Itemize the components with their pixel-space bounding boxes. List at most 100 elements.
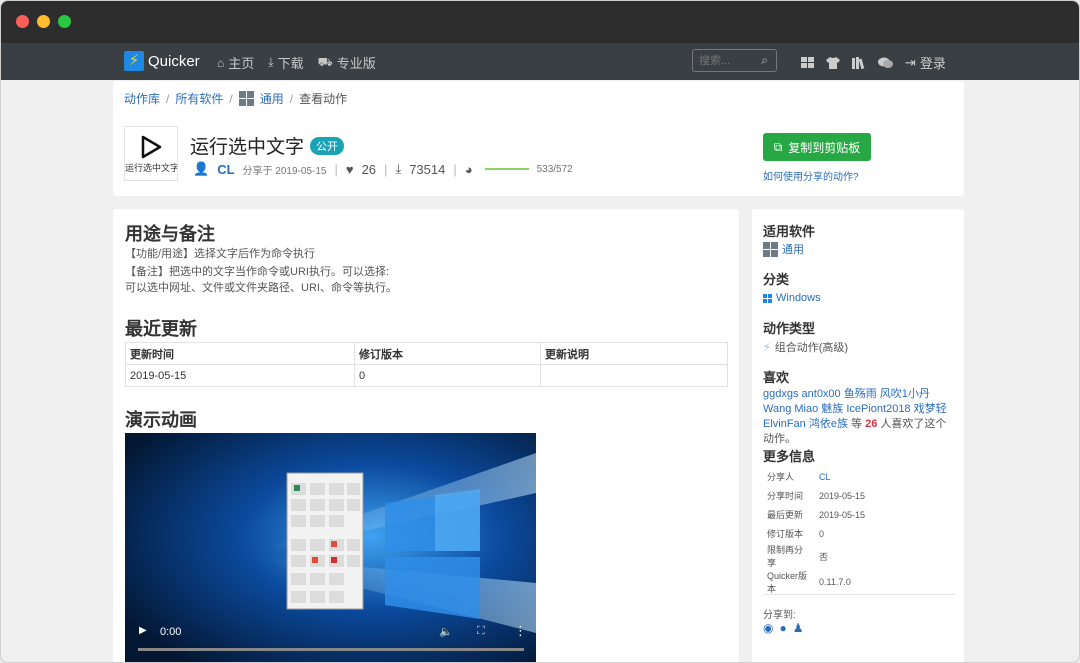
nav-home-label: 主页 (228, 56, 255, 71)
nav-download-label: 下载 (277, 56, 304, 71)
table-cell: 0 (354, 364, 541, 387)
breadcrumb-general[interactable]: 通用 (260, 90, 284, 107)
copy-to-clipboard-button[interactable]: ⧉ 复制到剪贴板 (763, 133, 871, 161)
likes-prefix: 等 (851, 418, 863, 430)
copy-icon: ⧉ (773, 139, 783, 154)
table-row: 分享时间 2019-05-15 (763, 486, 869, 505)
info-value: 0.11.7.0 (819, 577, 851, 587)
info-key: 最后更新 (767, 510, 804, 520)
sharer-link[interactable]: CL (819, 472, 831, 482)
demo-video-player[interactable]: ▶ 0:00 🔈 ⛶ ⋮ (125, 433, 536, 662)
pie-chart-icon: ◕ (464, 161, 473, 177)
author-link[interactable]: CL (217, 162, 234, 177)
info-key: Quicker版本 (767, 571, 808, 594)
info-value: 0 (819, 528, 825, 539)
sidebar-panel: 适用软件 通用 分类 Windows 动作类型 ⚡ 组合动作(高级) 喜欢 gg… (752, 209, 964, 662)
software-link[interactable]: 通用 (763, 241, 804, 257)
search-icon[interactable]: ⌕ (761, 53, 768, 68)
like-count: 26 (361, 161, 377, 177)
weibo-icon[interactable]: ◉ (763, 621, 773, 635)
action-header-panel: 动作库 / 所有软件 / 通用 / 查看动作 运行选中文字 运行选中文字 公开 … (113, 81, 964, 196)
breadcrumb-all-software[interactable]: 所有软件 (175, 90, 223, 107)
divider (763, 594, 955, 595)
breadcrumb-action-library[interactable]: 动作库 (124, 90, 160, 107)
type-heading: 动作类型 (763, 321, 816, 336)
sign-in-icon: ⇥ (905, 54, 916, 70)
nav-download[interactable]: ⤓ 下载 (268, 53, 303, 72)
nav-home[interactable]: ⌂ 主页 (217, 53, 254, 72)
maximize-window-button[interactable] (58, 15, 71, 28)
browser-window: ⚡ Quicker ⌂ 主页 ⤓ 下载 ⛟ 专业版 ⌕ (0, 0, 1080, 663)
video-progress-bar[interactable] (138, 648, 524, 651)
search-box: ⌕ (692, 49, 777, 72)
table-row: 修订版本 0 (763, 524, 869, 543)
usage-line-2: 【备注】把选中的文字当作命令或URI执行。可以选择: (125, 266, 389, 278)
minimize-window-button[interactable] (37, 15, 50, 28)
breadcrumb-separator: / (166, 91, 170, 106)
login-link[interactable]: ⇥ 登录 (905, 53, 946, 72)
info-key: 限制再分享 (767, 545, 804, 568)
table-row: Quicker版本 0.11.7.0 (763, 569, 869, 595)
shared-date: 分享于 2019-05-15 (242, 165, 327, 177)
books-icon[interactable] (852, 56, 866, 69)
copy-button-label: 复制到剪贴板 (788, 140, 861, 155)
info-value: 2019-05-15 (819, 490, 866, 501)
title-bar (1, 1, 1079, 43)
likes-count: 26 (865, 418, 878, 430)
info-key: 修订版本 (767, 529, 804, 539)
table-row: 2019-05-15 0 (125, 364, 728, 387)
info-key: 分享人 (767, 472, 795, 482)
lightning-logo-icon: ⚡ (124, 51, 144, 71)
main-content-panel: 用途与备注 【功能/用途】选择文字后作为命令执行 【备注】把选中的文字当作命令或… (113, 209, 739, 662)
action-title: 运行选中文字 (190, 137, 305, 158)
breadcrumb-separator: / (229, 91, 233, 106)
download-count-icon: ⤓ (395, 161, 402, 176)
howto-link[interactable]: 如何使用分享的动作? (763, 168, 859, 183)
type-value-row: ⚡ 组合动作(高级) (763, 339, 848, 355)
thumbnail-label: 运行选中文字 (125, 163, 177, 173)
more-info-heading: 更多信息 (763, 449, 816, 464)
nav-icon-group: ⇥ 登录 (801, 53, 946, 72)
heart-icon: ♥ (345, 161, 354, 177)
search-input[interactable] (693, 50, 753, 71)
action-meta: 👤 CL 分享于 2019-05-15 | ♥ 26 | ⤓ 73514 | ◕… (193, 161, 573, 177)
table-header: 更新时间 (125, 342, 355, 365)
nav-pro[interactable]: ⛟ 专业版 (318, 53, 376, 72)
breadcrumb-separator: / (289, 91, 294, 106)
lightning-icon: ⚡ (763, 341, 771, 354)
updates-heading: 最近更新 (125, 319, 197, 339)
cart-icon: ⛟ (317, 54, 333, 69)
category-link[interactable]: Windows (763, 292, 821, 304)
brand-link[interactable]: ⚡ Quicker (124, 51, 200, 71)
close-window-button[interactable] (16, 15, 29, 28)
public-badge: 公开 (310, 136, 345, 155)
info-key: 分享时间 (767, 491, 804, 501)
table-row: 分享人 CL (763, 467, 869, 486)
site-navbar: ⚡ Quicker ⌂ 主页 ⤓ 下载 ⛟ 专业版 ⌕ (1, 43, 1079, 80)
info-value: 2019-05-15 (819, 509, 866, 520)
video-time: 0:00 (160, 626, 182, 638)
generic-app-icon (238, 91, 254, 106)
login-label: 登录 (919, 56, 946, 71)
volume-icon[interactable]: 🔈 (439, 625, 453, 638)
shirt-icon[interactable] (826, 56, 840, 69)
meta-divider: | (453, 161, 457, 177)
info-value-link[interactable]: CL (815, 467, 869, 486)
video-play-icon[interactable]: ▶ (139, 625, 147, 636)
wechat-icon[interactable]: ● (779, 621, 786, 635)
chat-icon[interactable] (878, 57, 893, 69)
grid-icon[interactable] (801, 57, 814, 68)
category-heading: 分类 (763, 272, 790, 287)
more-options-icon[interactable]: ⋮ (514, 623, 527, 639)
usage-heading: 用途与备注 (125, 224, 215, 244)
qq-icon[interactable]: ♟ (793, 621, 804, 635)
likes-list: ggdxgs ant0x00 鱼殇雨 风吹1小丹 Wang Miao 魅族 Ic… (763, 387, 957, 447)
updates-table: 更新时间 修订版本 更新说明 2019-05-15 0 (125, 342, 728, 387)
usage-line-3: 可以选中网址、文件或文件夹路径、URI、命令等执行。 (125, 282, 397, 294)
table-row: 最后更新 2019-05-15 (763, 505, 869, 524)
meta-divider: | (384, 161, 388, 177)
fullscreen-icon[interactable]: ⛶ (477, 625, 485, 638)
demo-heading: 演示动画 (125, 410, 197, 430)
usage-progress-text: 533/572 (536, 163, 573, 175)
share-label: 分享到: (763, 610, 796, 621)
